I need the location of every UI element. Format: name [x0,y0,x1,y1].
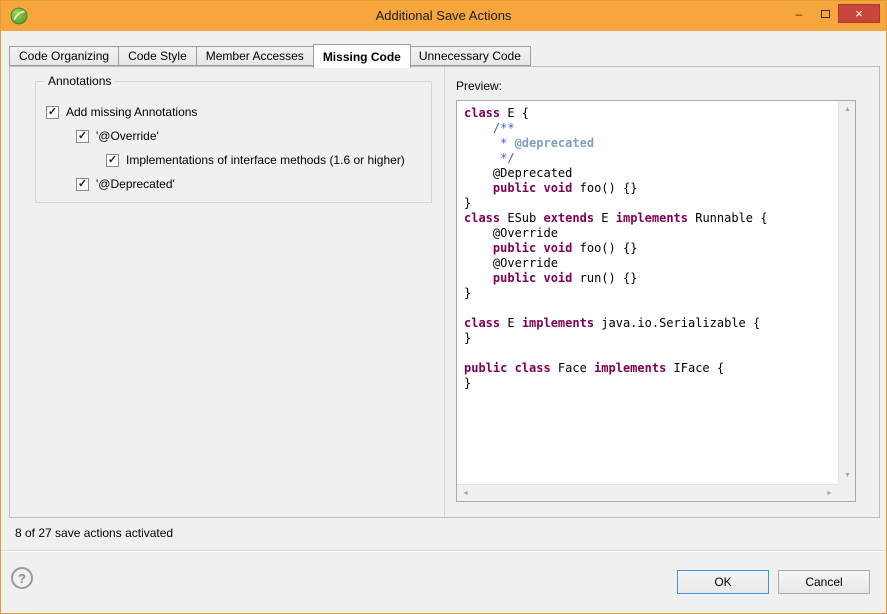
maximize-button[interactable] [812,4,838,23]
code-line: public void foo() {} [492,241,638,255]
group-title: Annotations [44,74,116,88]
help-button[interactable]: ? [11,567,33,589]
checkbox-label: '@Override' [96,129,159,143]
checkbox-list: ✓ Add missing Annotations ✓ '@Override' ✓ Imp… [36,100,431,196]
code-line: public class Face implements IFace { [464,361,725,375]
dialog-window: Additional Save Actions – × Code Organiz… [0,0,887,614]
pane-divider [444,67,445,517]
close-button[interactable]: × [838,4,880,23]
preview-label: Preview: [456,79,503,93]
annotations-group: Annotations ✓ Add missing Annotations ✓ '@O… [35,74,432,203]
title-bar[interactable]: Additional Save Actions – × [1,1,886,31]
horizontal-scrollbar[interactable]: ◄ ► [457,484,838,501]
checkbox-checked[interactable]: ✓ [106,153,119,167]
minimize-button[interactable]: – [786,4,812,23]
checkbox-row[interactable]: ✓ '@Deprecated' [76,172,431,196]
tab-member-accesses[interactable]: Member Accesses [196,46,314,66]
tab-unnecessary-code[interactable]: Unnecessary Code [409,46,531,66]
code-preview: class E { /** * @deprecated */ @Deprecat… [457,101,838,484]
code-line: class ESub extends E implements Runnable… [464,211,768,225]
code-line: @Override [464,256,558,270]
code-preview-area[interactable]: class E { /** * @deprecated */ @Deprecat… [456,100,856,502]
code-line: public void foo() {} [492,181,638,195]
scroll-down-icon[interactable]: ▼ [839,467,856,484]
checkbox-checked[interactable]: ✓ [46,105,59,119]
scroll-right-icon[interactable]: ► [821,485,838,502]
tab-code-style[interactable]: Code Style [119,46,197,66]
code-line: */ [464,151,515,165]
tab-strip: Code Organizing Code Style Member Accesses… [9,44,531,68]
footer-separator [1,550,886,552]
window-controls: – × [786,4,880,23]
checkbox-row[interactable]: ✓ Add missing Annotations [46,100,431,124]
tab-missing-code[interactable]: Missing Code [312,44,411,68]
scrollbar-corner [838,484,855,501]
code-line: } [464,196,472,210]
checkbox-row[interactable]: ✓ Implementations of interface methods (1… [106,148,431,172]
code-line: @Deprecated [464,166,573,180]
cancel-button[interactable]: Cancel [778,570,870,594]
code-line: * @deprecated [464,136,595,150]
vertical-scrollbar[interactable]: ▲ ▼ [838,101,855,484]
code-line: public void run() {} [492,271,638,285]
status-text: 8 of 27 save actions activated [15,526,174,540]
checkbox-label: '@Deprecated' [96,177,175,191]
tab-page-missing-code: Annotations ✓ Add missing Annotations ✓ '@O… [9,66,880,518]
code-line: class E implements java.io.Serializable … [464,316,761,330]
checkbox-label: Add missing Annotations [66,105,198,119]
checkbox-row[interactable]: ✓ '@Override' [76,124,431,148]
code-line: } [464,376,472,390]
checkbox-checked[interactable]: ✓ [76,177,89,191]
code-line: class E { [464,106,530,120]
maximize-icon [820,9,830,18]
window-title: Additional Save Actions [375,8,512,23]
scroll-left-icon[interactable]: ◄ [457,485,474,502]
tab-code-organizing[interactable]: Code Organizing [9,46,120,66]
checkbox-label: Implementations of interface methods (1.… [126,153,405,167]
scroll-up-icon[interactable]: ▲ [839,101,856,118]
ok-button[interactable]: OK [677,570,769,594]
checkbox-checked[interactable]: ✓ [76,129,89,143]
code-line: } [464,331,472,345]
code-line: /** [464,121,515,135]
code-line: } [464,286,472,300]
code-line: @Override [464,226,558,240]
